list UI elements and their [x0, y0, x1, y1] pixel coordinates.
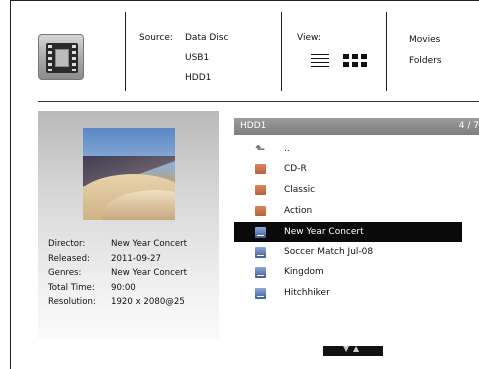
folder-icon	[255, 206, 266, 216]
list-item-label: ..	[284, 144, 290, 154]
folder-icon	[255, 164, 266, 174]
header-underline	[38, 101, 479, 102]
up-arrow-icon: ⬑	[255, 142, 266, 156]
info-value: New Year Concert	[111, 268, 188, 278]
list-item-label: Soccer Match Jul-08	[284, 247, 374, 257]
source-usb1[interactable]: USB1	[185, 48, 209, 68]
info-label: Resolution:	[48, 297, 96, 307]
list-item-video[interactable]: Soccer Match Jul-08	[234, 242, 462, 262]
list-item-up[interactable]: ⬑ ..	[234, 139, 462, 159]
page-up-icon[interactable]: ▲	[353, 344, 359, 353]
header-divider	[386, 12, 387, 91]
info-value: 90:00	[111, 282, 136, 293]
list-item-label: CD-R	[284, 164, 307, 174]
info-label: Director:	[48, 239, 86, 249]
page-counter: 4 / 7	[458, 121, 479, 131]
list-item-video-selected[interactable]: New Year Concert	[234, 222, 462, 242]
grid-view-icon[interactable]	[343, 54, 367, 68]
list-item-folder[interactable]: CD-R	[234, 159, 462, 179]
movie-film-icon	[38, 34, 84, 80]
movie-thumbnail	[83, 128, 175, 220]
list-item-folder[interactable]: Action	[234, 201, 462, 221]
list-item-label: Kingdom	[284, 267, 324, 277]
header-divider	[281, 12, 282, 91]
video-file-icon	[255, 227, 266, 238]
info-value: 2011-09-27	[111, 253, 161, 264]
source-label: Source:	[139, 33, 173, 43]
list-item-label: Classic	[284, 185, 316, 195]
folder-icon	[255, 185, 266, 195]
movie-info: Director: New Year Concert Released: 2011-…	[48, 237, 187, 310]
video-file-icon	[255, 288, 266, 299]
path-bar: HDD1 4 / 7	[234, 118, 479, 135]
list-item-label: New Year Concert	[284, 227, 364, 237]
info-label: Genres:	[48, 268, 82, 278]
info-value: 1920 x 2080@25	[111, 297, 185, 307]
current-path: HDD1	[240, 121, 267, 131]
info-label: Released:	[48, 253, 90, 264]
list-item-label: Action	[284, 206, 313, 216]
list-item-video[interactable]: Kingdom	[234, 262, 462, 282]
page-down-icon[interactable]: ▼	[343, 344, 349, 353]
list-view-icon[interactable]	[311, 54, 329, 67]
category-movies[interactable]: Movies	[409, 30, 440, 50]
list-item-video[interactable]: Hitchhiker	[234, 283, 462, 303]
source-data-disc[interactable]: Data Disc	[185, 28, 228, 48]
list-item-folder[interactable]: Classic	[234, 180, 462, 200]
page-scroll-control[interactable]: ▼ ▲	[323, 344, 383, 356]
source-hdd1[interactable]: HDD1	[185, 68, 211, 88]
list-item-label: Hitchhiker	[284, 288, 330, 298]
info-label: Total Time:	[48, 282, 95, 293]
details-panel: Director: New Year Concert Released: 2011-…	[38, 111, 219, 339]
category-folders[interactable]: Folders	[409, 51, 442, 71]
view-label: View:	[297, 33, 321, 43]
header-divider	[125, 12, 126, 91]
info-value: New Year Concert	[111, 239, 188, 249]
video-file-icon	[255, 247, 266, 258]
video-file-icon	[255, 267, 266, 278]
